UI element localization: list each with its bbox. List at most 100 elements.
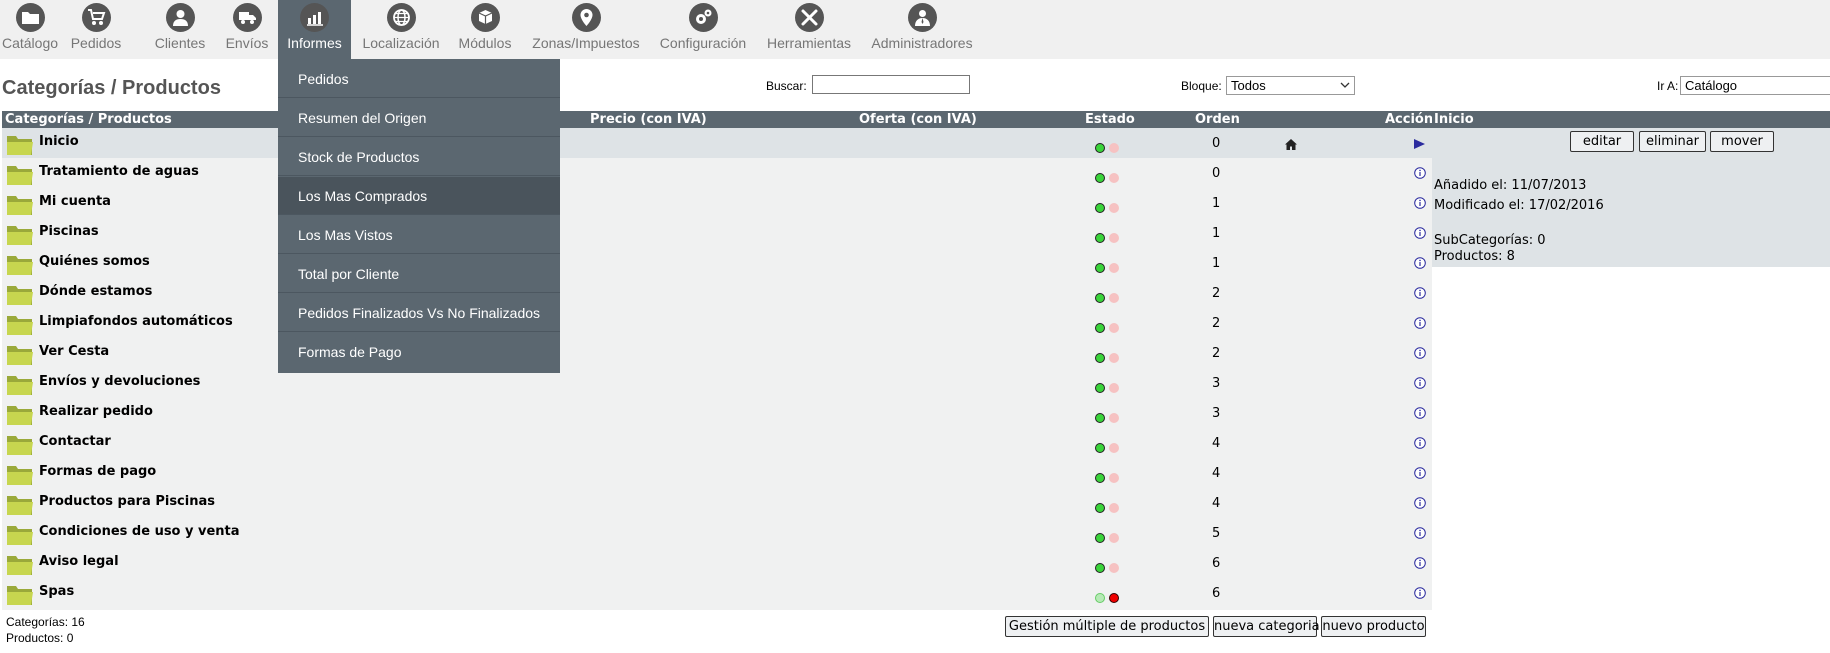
status-active-dot[interactable]	[1095, 143, 1105, 153]
menu-item-stock-productos[interactable]: Stock de Productos	[278, 138, 560, 176]
status-inactive-dot[interactable]	[1109, 473, 1119, 483]
status-inactive-dot[interactable]	[1109, 263, 1119, 273]
status-inactive-dot[interactable]	[1109, 563, 1119, 573]
table-row[interactable]: Spas 6	[2, 578, 1432, 608]
table-row[interactable]: Mi cuenta 1	[2, 188, 1432, 218]
table-row[interactable]: Tratamiento de aguas 0	[2, 158, 1432, 188]
nav-zonas-impuestos[interactable]: Zonas/Impuestos	[528, 0, 644, 59]
nav-clientes[interactable]: Clientes	[150, 0, 210, 59]
nav-modulos[interactable]: Módulos	[455, 0, 515, 59]
nav-informes[interactable]: Informes	[278, 0, 351, 59]
nav-localizacion[interactable]: Localización	[357, 0, 445, 59]
status-inactive-dot[interactable]	[1109, 593, 1119, 603]
info-icon[interactable]	[1414, 317, 1426, 329]
info-icon[interactable]	[1414, 407, 1426, 419]
nav-herramientas[interactable]: Herramientas	[764, 0, 854, 59]
status-inactive-dot[interactable]	[1109, 203, 1119, 213]
nav-envios[interactable]: Envíos	[217, 0, 277, 59]
status-active-dot[interactable]	[1095, 263, 1105, 273]
nav-label: Catálogo	[1, 35, 59, 51]
info-icon[interactable]	[1414, 467, 1426, 479]
status-active-dot[interactable]	[1095, 353, 1105, 363]
status-active-dot[interactable]	[1095, 323, 1105, 333]
table-row[interactable]: Realizar pedido 3	[2, 398, 1432, 428]
status-active-dot[interactable]	[1095, 593, 1105, 603]
status-active-dot[interactable]	[1095, 443, 1105, 453]
info-icon[interactable]	[1414, 527, 1426, 539]
move-button[interactable]: mover	[1710, 131, 1774, 152]
table-row[interactable]: Productos para Piscinas 4	[2, 488, 1432, 518]
table-row[interactable]: Piscinas 1	[2, 218, 1432, 248]
menu-item-mas-vistos[interactable]: Los Mas Vistos	[278, 216, 560, 254]
table-row[interactable]: Condiciones de uso y venta 5	[2, 518, 1432, 548]
menu-item-total-cliente[interactable]: Total por Cliente	[278, 255, 560, 293]
status-inactive-dot[interactable]	[1109, 533, 1119, 543]
info-icon[interactable]	[1414, 257, 1426, 269]
info-panel-header: Inicio	[1432, 111, 1830, 128]
bloque-select[interactable]: Todos	[1226, 76, 1355, 95]
info-icon[interactable]	[1414, 227, 1426, 239]
info-icon[interactable]	[1414, 347, 1426, 359]
menu-item-mas-comprados[interactable]: Los Mas Comprados	[278, 177, 560, 215]
nav-administradores[interactable]: Administradores	[868, 0, 976, 59]
info-icon[interactable]	[1414, 437, 1426, 449]
info-icon[interactable]	[1414, 287, 1426, 299]
info-icon[interactable]	[1414, 587, 1426, 599]
menu-item-pedidos[interactable]: Pedidos	[278, 60, 560, 98]
table-row[interactable]: Envíos y devoluciones 3	[2, 368, 1432, 398]
info-icon[interactable]	[1414, 377, 1426, 389]
nav-configuracion[interactable]: Configuración	[656, 0, 750, 59]
status-active-dot[interactable]	[1095, 203, 1105, 213]
menu-item-pedidos-finalizados[interactable]: Pedidos Finalizados Vs No Finalizados	[278, 294, 560, 332]
status-active-dot[interactable]	[1095, 533, 1105, 543]
status-inactive-dot[interactable]	[1109, 143, 1119, 153]
info-icon[interactable]	[1414, 197, 1426, 209]
status-inactive-dot[interactable]	[1109, 323, 1119, 333]
play-arrow-icon[interactable]	[1414, 139, 1425, 149]
status-active-dot[interactable]	[1095, 413, 1105, 423]
status-inactive-dot[interactable]	[1109, 233, 1119, 243]
status-inactive-dot[interactable]	[1109, 353, 1119, 363]
search-input[interactable]	[812, 75, 970, 94]
info-icon[interactable]	[1414, 167, 1426, 179]
new-category-button[interactable]: nueva categoria	[1213, 616, 1320, 637]
status-inactive-dot[interactable]	[1109, 413, 1119, 423]
nav-catalogo[interactable]: Catálogo	[0, 0, 60, 59]
table-row[interactable]: Formas de pago 4	[2, 458, 1432, 488]
status-inactive-dot[interactable]	[1109, 173, 1119, 183]
table-row[interactable]: Aviso legal 6	[2, 548, 1432, 578]
status-active-dot[interactable]	[1095, 503, 1105, 513]
table-row[interactable]: Ver Cesta 2	[2, 338, 1432, 368]
menu-item-formas-pago[interactable]: Formas de Pago	[278, 333, 560, 371]
info-icon[interactable]	[1414, 497, 1426, 509]
bulk-products-button[interactable]: Gestión múltiple de productos	[1005, 616, 1209, 637]
info-icon[interactable]	[1414, 557, 1426, 569]
table-row[interactable]: Contactar 4	[2, 428, 1432, 458]
delete-button[interactable]: eliminar	[1639, 131, 1706, 152]
status-active-dot[interactable]	[1095, 383, 1105, 393]
table-row[interactable]: Limpiafondos automáticos 2	[2, 308, 1432, 338]
menu-item-resumen-origen[interactable]: Resumen del Origen	[278, 99, 560, 137]
home-icon[interactable]	[1285, 139, 1297, 150]
status-inactive-dot[interactable]	[1109, 443, 1119, 453]
row-order: 2	[1212, 346, 1221, 361]
status-active-dot[interactable]	[1095, 563, 1105, 573]
status-inactive-dot[interactable]	[1109, 293, 1119, 303]
nav-pedidos[interactable]: Pedidos	[66, 0, 126, 59]
status-active-dot[interactable]	[1095, 473, 1105, 483]
status-active-dot[interactable]	[1095, 173, 1105, 183]
status-active-dot[interactable]	[1095, 293, 1105, 303]
folder-icon	[7, 466, 33, 485]
status-active-dot[interactable]	[1095, 233, 1105, 243]
ira-select[interactable]: Catálogo	[1680, 76, 1830, 95]
edit-button[interactable]: editar	[1570, 131, 1634, 152]
status-inactive-dot[interactable]	[1109, 383, 1119, 393]
row-order: 6	[1212, 556, 1221, 571]
status-inactive-dot[interactable]	[1109, 503, 1119, 513]
row-name: Spas	[39, 584, 75, 599]
table-row[interactable]: Quiénes somos 1	[2, 248, 1432, 278]
table-row[interactable]: Dónde estamos 2	[2, 278, 1432, 308]
new-product-button[interactable]: nuevo producto	[1321, 616, 1426, 637]
menu-item-label: Resumen del Origen	[298, 110, 427, 126]
table-row[interactable]: Inicio 0	[2, 128, 1432, 158]
